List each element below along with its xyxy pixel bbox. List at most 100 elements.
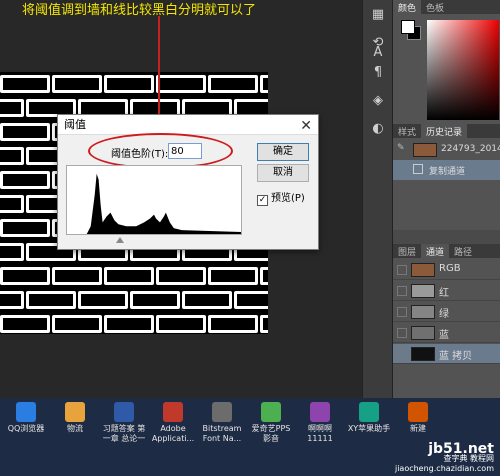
taskbar-item-label: 啊啊啊11111 (307, 424, 333, 443)
app-icon (114, 402, 134, 422)
brick-block (0, 267, 50, 285)
taskbar-item[interactable]: Bitstream Font Na... (198, 402, 246, 462)
brick-block (182, 291, 232, 309)
threshold-slider-handle[interactable] (116, 237, 124, 243)
channel-row[interactable]: 绿 (393, 302, 500, 322)
brick-block (78, 291, 128, 309)
preview-checkbox[interactable]: ✓ 预览(P) (257, 189, 305, 206)
brick-block (0, 315, 50, 333)
tab-swatches[interactable]: 色板 (421, 0, 449, 15)
visibility-icon[interactable] (397, 265, 407, 275)
app-icon (310, 402, 330, 422)
app-icon (408, 402, 428, 422)
brick-block (208, 75, 258, 93)
watermark-url: jiaocheng.chazidian.com (394, 464, 494, 473)
annotation-arrow (158, 16, 160, 118)
tab-channels[interactable]: 通道 (421, 244, 450, 259)
taskbar-item-label: QQ浏览器 (7, 424, 45, 433)
channel-thumbnail (411, 263, 435, 277)
history-snapshot[interactable]: ✎ 224793_20140618 (393, 140, 500, 160)
brick-block (0, 171, 50, 189)
color-spectrum[interactable] (427, 20, 499, 120)
brick-block (156, 75, 206, 93)
channel-row[interactable]: 蓝 拷贝 (393, 344, 500, 364)
brick-block (260, 75, 268, 93)
taskbar-item-label: 物流 (67, 424, 83, 433)
taskbar-item-label: 新建 (410, 424, 426, 433)
visibility-icon[interactable] (397, 286, 407, 296)
dialog-title: 阈值 (64, 118, 86, 131)
histogram-bars (67, 173, 241, 234)
visibility-icon[interactable] (397, 307, 407, 317)
brick-block (52, 267, 102, 285)
brick-block (156, 267, 206, 285)
brick-block (0, 123, 50, 141)
tab-paths[interactable]: 路径 (449, 244, 477, 259)
checkbox-icon[interactable]: ✓ (257, 195, 268, 206)
history-state-selected[interactable]: 复制通道 (393, 160, 500, 180)
color-panel-tabs: 颜色 色板 (393, 0, 500, 15)
taskbar-item[interactable]: 啊啊啊11111 (296, 402, 344, 462)
watermark-text: 查字典 教程网 (443, 454, 494, 463)
brick-block (260, 267, 268, 285)
app-icon (16, 402, 36, 422)
foreground-color-swatch[interactable] (401, 20, 415, 34)
brick-block (260, 315, 268, 333)
channel-thumbnail (411, 305, 435, 319)
annotation-text: 将阈值调到墙和线比较黑白分明就可以了 (22, 3, 257, 18)
panel-tool-strip: ▦ ⟲ A ¶ ◈ ◐ (362, 0, 392, 398)
tab-color[interactable]: 颜色 (393, 0, 422, 15)
brick-block (52, 75, 102, 93)
threshold-level-input[interactable] (168, 143, 202, 159)
history-panel-tabs: 样式 历史记录 (393, 124, 500, 139)
history-panel: ✎ 224793_20140618 复制通道 (393, 138, 500, 230)
brick-block (0, 99, 24, 117)
tab-styles[interactable]: 样式 (393, 124, 421, 139)
tab-history[interactable]: 历史记录 (421, 124, 468, 139)
app-icon (65, 402, 85, 422)
character-panel-icon[interactable]: A (369, 44, 387, 62)
taskbar-item[interactable]: QQ浏览器 (2, 402, 50, 462)
brick-block (0, 195, 24, 213)
taskbar-item[interactable]: 习题答案 第一章 总论一 (100, 402, 148, 462)
brick-block (26, 291, 76, 309)
brick-block (0, 243, 24, 261)
brick-block (104, 315, 154, 333)
taskbar-item[interactable]: 爱奇艺PPS 影音 (247, 402, 295, 462)
taskbar-item[interactable]: Adobe Applicati... (149, 402, 197, 462)
adjust-panel-icon[interactable]: ◐ (369, 120, 387, 138)
cancel-button[interactable]: 取消 (257, 164, 309, 182)
threshold-level-label: 阈值色阶(T): (111, 149, 169, 160)
taskbar-item[interactable]: 物流 (51, 402, 99, 462)
threshold-dialog: 阈值 ✕ 阈值色阶(T): 确定 取消 ✓预览(P) (57, 114, 319, 250)
channel-row[interactable]: 红 (393, 281, 500, 301)
dialog-title-bar: 阈值 ✕ (58, 115, 318, 135)
brick-block (0, 75, 50, 93)
3d-panel-icon[interactable]: ◈ (369, 92, 387, 110)
snapshot-thumbnail (413, 143, 437, 157)
app-icon (212, 402, 232, 422)
app-icon (261, 402, 281, 422)
document-canvas[interactable]: 将阈值调到墙和线比较黑白分明就可以了 阈值 ✕ 阈值色阶(T): 确定 取消 ✓… (0, 0, 362, 398)
channel-row[interactable]: 蓝 (393, 323, 500, 343)
channel-thumbnail (411, 284, 435, 298)
color-panel-icon[interactable]: ▦ (369, 6, 387, 24)
tab-layers[interactable]: 图层 (393, 244, 421, 259)
channel-label: 蓝 (439, 330, 449, 341)
brick-block (0, 291, 24, 309)
channel-label: RGB (439, 263, 461, 274)
close-icon[interactable]: ✕ (300, 116, 312, 136)
brick-block (104, 75, 154, 93)
brush-icon: ✎ (397, 143, 405, 153)
app-icon (163, 402, 183, 422)
taskbar-item[interactable]: XY苹果助手 (345, 402, 393, 462)
channel-thumbnail (411, 347, 435, 361)
ok-button[interactable]: 确定 (257, 143, 309, 161)
watermark-site: jb51.net (428, 441, 494, 457)
paragraph-panel-icon[interactable]: ¶ (369, 64, 387, 82)
visibility-icon[interactable] (397, 349, 407, 359)
visibility-icon[interactable] (397, 328, 407, 338)
app-icon (359, 402, 379, 422)
brick-block (130, 291, 180, 309)
channel-row[interactable]: RGB (393, 260, 500, 280)
